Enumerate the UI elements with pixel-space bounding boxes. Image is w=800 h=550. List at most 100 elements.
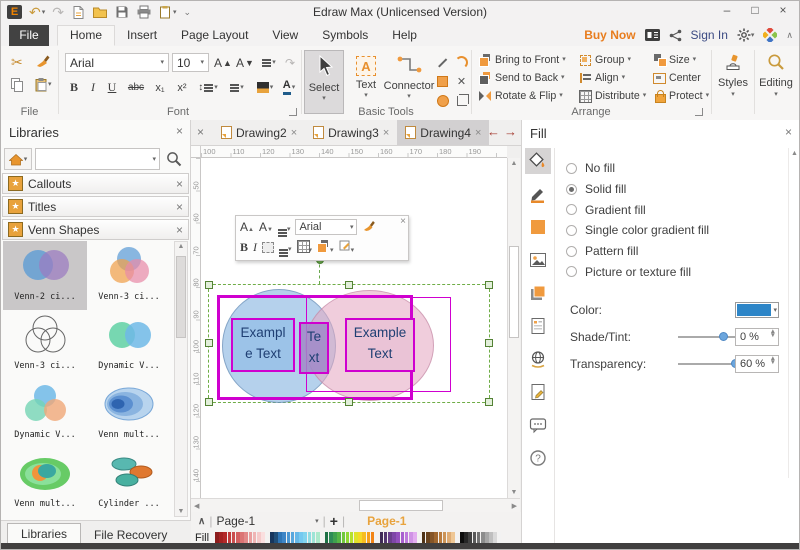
rotate-text-icon[interactable]: ↷ <box>282 53 298 72</box>
close-icon[interactable]: × <box>197 126 204 138</box>
library-section-titles[interactable]: ★Titles× <box>2 196 189 217</box>
palette-swatch[interactable] <box>473 532 477 544</box>
decrease-font-icon[interactable]: A▼ <box>259 220 273 234</box>
bring-to-front-button[interactable]: Bring to Front▾ <box>479 52 566 67</box>
size-button[interactable]: Size▾ <box>653 52 709 67</box>
palette-swatch[interactable] <box>350 532 354 544</box>
radio-icon[interactable] <box>566 204 577 215</box>
help-icon[interactable]: ? <box>525 445 551 471</box>
panel-scrollbar[interactable]: ▲ <box>788 148 800 478</box>
tab-symbols[interactable]: Symbols <box>310 25 380 46</box>
fill-option-gradient-fill[interactable]: Gradient fill <box>566 199 709 220</box>
radio-icon[interactable] <box>566 184 577 195</box>
venn-middle-textbox[interactable]: Text <box>299 322 329 374</box>
distribute-button[interactable]: Distribute▾ <box>579 88 646 103</box>
palette-swatch[interactable] <box>308 532 312 544</box>
order-icon[interactable]: ▾ <box>317 240 334 255</box>
palette-swatch[interactable] <box>401 532 405 544</box>
palette-swatch[interactable] <box>413 532 417 544</box>
font-color-icon[interactable]: A▾ <box>279 78 299 97</box>
close-icon[interactable]: × <box>176 125 183 137</box>
palette-swatch[interactable] <box>443 532 447 544</box>
text-highlight-icon[interactable]: ▾ <box>253 78 277 97</box>
palette-swatch[interactable] <box>312 532 316 544</box>
shape-venn-mult[interactable]: Venn mult... <box>87 379 171 448</box>
subscript-icon[interactable]: x₁ <box>151 78 169 97</box>
maximize-button[interactable]: □ <box>741 1 769 21</box>
sign-in-link[interactable]: Sign In <box>691 28 728 42</box>
edraw-logo-icon[interactable]: E <box>7 4 22 20</box>
radio-icon[interactable] <box>566 163 577 174</box>
fill-option-single-color-gradient-fill[interactable]: Single color gradient fill <box>566 220 709 241</box>
bold-icon[interactable]: B <box>240 240 248 255</box>
text-align-icon[interactable]: ▾ <box>258 53 280 72</box>
paste-special-icon[interactable]: ▾ <box>159 4 177 20</box>
increase-font-icon[interactable]: A▲ <box>213 53 233 72</box>
tab-home[interactable]: Home <box>57 25 115 46</box>
decrease-font-icon[interactable]: A▼ <box>235 53 255 72</box>
bottom-tab-file-recovery[interactable]: File Recovery <box>81 525 180 545</box>
palette-swatch[interactable] <box>219 532 223 544</box>
media-icon[interactable] <box>645 29 660 41</box>
hyperlink-icon[interactable] <box>525 346 551 372</box>
palette-swatch[interactable] <box>337 532 341 544</box>
scroll-left-icon[interactable]: ◀ <box>194 502 199 510</box>
close-icon[interactable]: × <box>383 127 389 139</box>
close-icon[interactable]: × <box>400 216 406 227</box>
tab-drawing4[interactable]: Drawing4× <box>397 120 489 145</box>
print-icon[interactable] <box>136 4 152 20</box>
scroll-up-icon[interactable]: ▲ <box>175 243 187 250</box>
library-section-callouts[interactable]: ★Callouts× <box>2 173 189 194</box>
close-icon[interactable]: × <box>785 126 792 138</box>
palette-swatch[interactable] <box>253 532 257 544</box>
palette-swatch[interactable] <box>342 532 346 544</box>
palette-swatch[interactable] <box>392 532 396 544</box>
line-icon[interactable] <box>525 181 551 207</box>
shape-venn-3-ci[interactable]: Venn-3 ci... <box>87 241 171 310</box>
comment-icon[interactable] <box>525 412 551 438</box>
scrollbar-thumb[interactable] <box>176 256 186 338</box>
align-button[interactable]: Align▾ <box>579 70 646 85</box>
close-icon[interactable]: × <box>291 127 297 139</box>
share-icon[interactable] <box>669 29 682 42</box>
save-icon[interactable] <box>115 4 129 20</box>
horizontal-scrollbar[interactable]: ◀ ▶ <box>191 498 520 512</box>
arc-tool-icon[interactable] <box>453 54 470 71</box>
selection-handle[interactable] <box>205 398 213 406</box>
scroll-up-icon[interactable]: ▲ <box>508 160 520 167</box>
close-icon[interactable]: × <box>475 127 481 139</box>
palette-swatch[interactable] <box>489 532 493 544</box>
library-section-venn-shapes[interactable]: ★Venn Shapes× <box>2 219 189 240</box>
undo-icon[interactable]: ↶▾ <box>29 4 45 20</box>
center-button[interactable]: Center <box>653 70 709 85</box>
palette-swatch[interactable] <box>274 532 278 544</box>
cut-icon[interactable]: ✂ <box>11 54 23 71</box>
palette-swatch[interactable] <box>270 532 274 544</box>
palette-swatch[interactable] <box>333 532 337 544</box>
page-dropdown-caret-icon[interactable]: ▾ <box>315 518 319 525</box>
palette-swatch[interactable] <box>299 532 303 544</box>
palette-swatch[interactable] <box>464 532 468 544</box>
palette-swatch[interactable] <box>316 532 320 544</box>
tab-scroll-left-icon[interactable]: ← <box>487 124 500 139</box>
palette-swatch[interactable] <box>434 532 438 544</box>
shape-cylinder[interactable]: Cylinder ... <box>87 448 171 517</box>
close-icon[interactable]: × <box>176 201 183 213</box>
font-family-select[interactable]: Arial▾ <box>295 219 357 235</box>
line-tool-icon[interactable] <box>434 54 451 71</box>
palette-swatch[interactable] <box>325 532 329 544</box>
spin-down-icon[interactable]: ▼ <box>770 361 776 365</box>
scrollbar-thumb[interactable] <box>359 500 443 511</box>
group-icon[interactable] <box>262 242 274 253</box>
italic-icon[interactable]: I <box>87 78 99 97</box>
rectangle-tool-icon[interactable] <box>434 73 451 90</box>
align-icon[interactable]: ▾ <box>279 240 292 254</box>
palette-swatch[interactable] <box>409 532 413 544</box>
shape-venn-mult[interactable]: Venn mult... <box>3 448 87 517</box>
arrange-dialog-launcher-icon[interactable] <box>695 108 703 116</box>
palette-swatch[interactable] <box>396 532 400 544</box>
search-icon[interactable] <box>163 149 185 169</box>
palette-swatch[interactable] <box>380 532 384 544</box>
file-menu-button[interactable]: File <box>9 25 49 46</box>
palette-swatch[interactable] <box>430 532 434 544</box>
